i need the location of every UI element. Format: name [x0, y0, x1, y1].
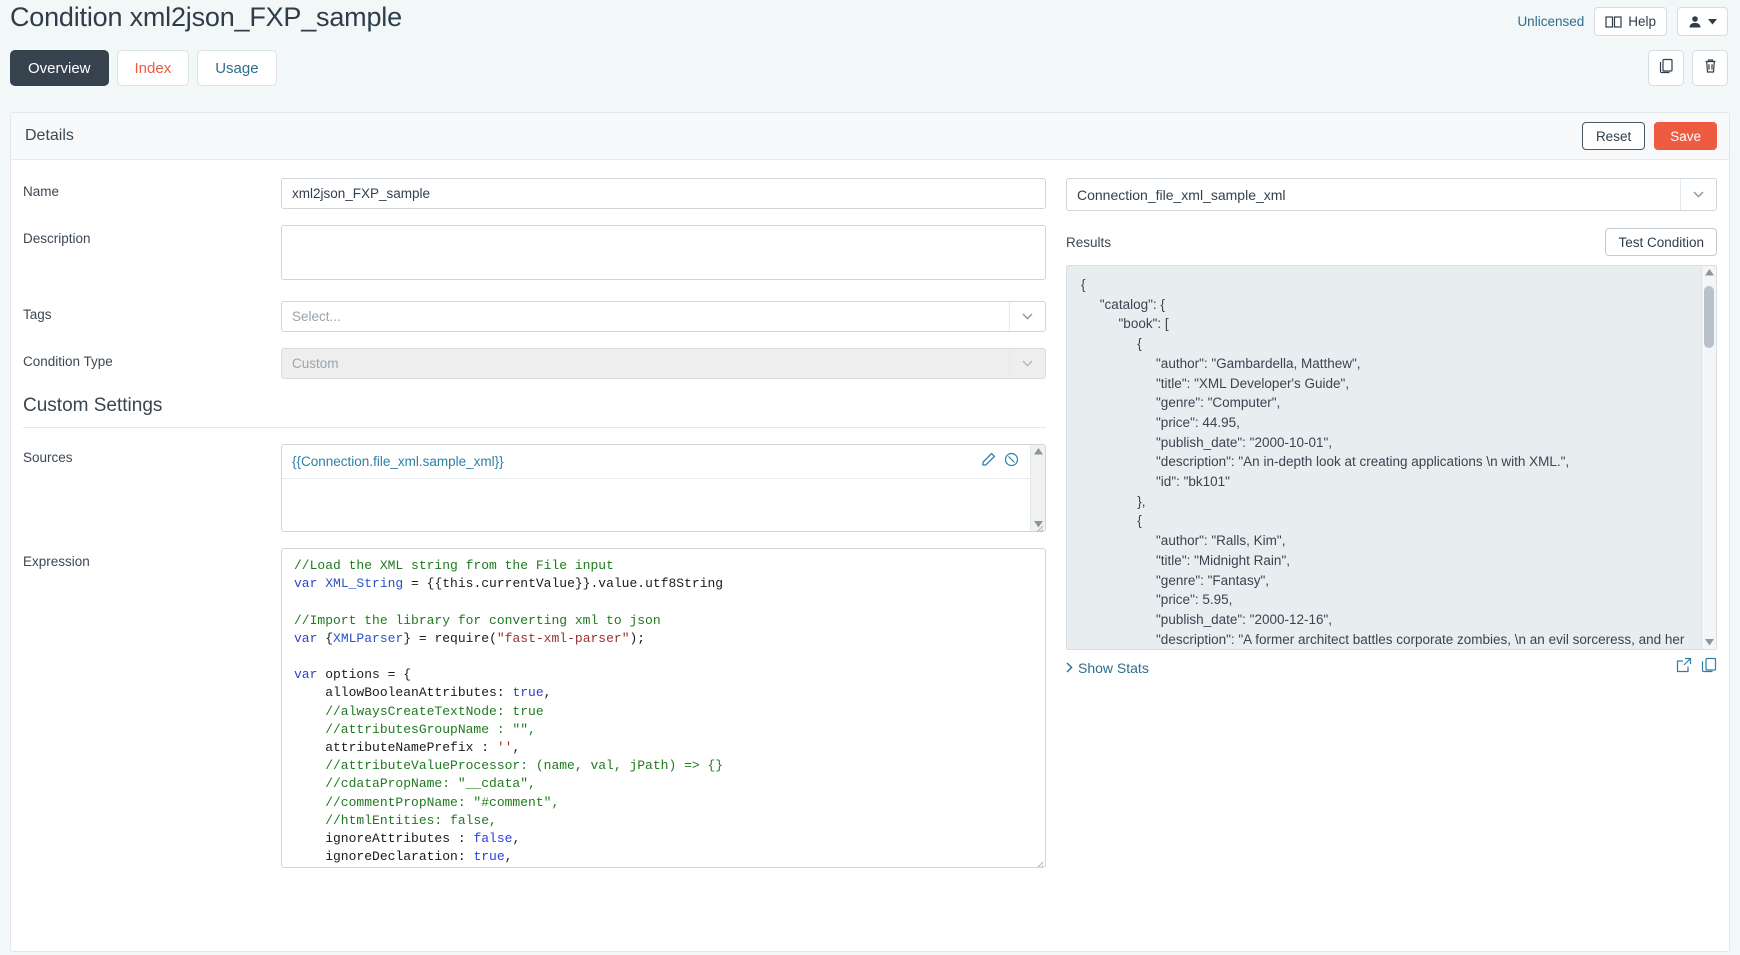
sources-label: Sources: [23, 450, 73, 465]
chevron-down-icon: [1009, 349, 1045, 378]
details-card-header: Details Reset Save: [11, 113, 1729, 160]
expression-editor[interactable]: //Load the XML string from the File inpu…: [281, 548, 1046, 868]
top-bar: Condition xml2json_FXP_sample Unlicensed…: [0, 0, 1740, 48]
results-header-row: Results Test Condition: [1066, 228, 1717, 256]
field-condition-type: Condition Type Custom: [23, 348, 1046, 379]
page-title: Condition xml2json_FXP_sample: [10, 2, 402, 32]
condition-type-label: Condition Type: [23, 354, 113, 369]
copy-icon: [1659, 58, 1674, 79]
name-label: Name: [23, 184, 60, 199]
chevron-right-icon: [1066, 660, 1073, 676]
resize-grip[interactable]: [1034, 856, 1044, 867]
show-stats-label: Show Stats: [1078, 659, 1149, 676]
results-scroll-thumb[interactable]: [1704, 286, 1714, 348]
name-input[interactable]: [281, 178, 1046, 209]
details-card: Details Reset Save Name Description Tags: [10, 112, 1730, 952]
sources-token-row: {{Connection.file_xml.sample_xml}}: [282, 445, 1045, 479]
expression-code[interactable]: //Load the XML string from the File inpu…: [282, 549, 1045, 867]
scroll-up-icon: [1704, 269, 1714, 276]
show-stats-toggle[interactable]: Show Stats: [1066, 660, 1149, 676]
results-json: { "catalog": { "book": [ { "author": "Ga…: [1081, 277, 1685, 647]
field-sources: Sources {{Connection.file_xml.sample_xml…: [23, 444, 1046, 533]
tab-list: Overview Index Usage: [10, 50, 277, 86]
tags-select[interactable]: Select...: [281, 301, 1046, 332]
field-tags: Tags Select...: [23, 301, 1046, 332]
details-title: Details: [25, 127, 74, 144]
remove-circle-icon[interactable]: [1004, 452, 1019, 472]
tab-usage[interactable]: Usage: [197, 50, 277, 86]
unlicensed-link[interactable]: Unlicensed: [1517, 14, 1584, 29]
condition-type-value: Custom: [292, 356, 339, 371]
test-condition-button[interactable]: Test Condition: [1605, 228, 1717, 256]
sources-token: {{Connection.file_xml.sample_xml}}: [292, 454, 504, 469]
book-icon: [1605, 15, 1622, 29]
trash-icon: [1703, 58, 1718, 79]
field-expression: Expression //Load the XML string from th…: [23, 548, 1046, 868]
tab-overview[interactable]: Overview: [10, 50, 109, 86]
scroll-up-icon: [1033, 448, 1043, 455]
field-description: Description: [23, 225, 1046, 285]
help-label: Help: [1628, 14, 1656, 29]
user-menu-button[interactable]: [1677, 7, 1728, 36]
edit-pencil-icon[interactable]: [981, 452, 996, 472]
details-card-body: Name Description Tags Select...: [11, 160, 1729, 952]
expression-label: Expression: [23, 554, 90, 569]
chevron-down-icon: [1708, 18, 1717, 25]
duplicate-button[interactable]: [1648, 50, 1684, 86]
top-right-actions: Unlicensed Help: [1517, 7, 1728, 36]
help-button[interactable]: Help: [1594, 7, 1667, 36]
tabs-row: Overview Index Usage: [0, 48, 1740, 100]
tags-label: Tags: [23, 307, 52, 322]
user-icon: [1688, 15, 1702, 29]
connection-value: Connection_file_xml_sample_xml: [1077, 186, 1286, 203]
chevron-down-icon[interactable]: [1680, 179, 1716, 210]
tab-index[interactable]: Index: [116, 50, 190, 86]
results-output: { "catalog": { "book": [ { "author": "Ga…: [1066, 265, 1717, 650]
copy-results-icon[interactable]: [1701, 657, 1717, 678]
section-divider: [23, 427, 1046, 428]
custom-settings-title: Custom Settings: [23, 395, 163, 416]
description-label: Description: [23, 231, 91, 246]
delete-button[interactable]: [1692, 50, 1728, 86]
details-header-actions: Reset Save: [1581, 122, 1717, 150]
resize-grip[interactable]: [1034, 520, 1044, 533]
scroll-down-icon: [1704, 639, 1714, 646]
record-actions: [1648, 50, 1728, 86]
description-input[interactable]: [281, 225, 1046, 280]
left-column: Name Description Tags Select...: [11, 160, 1058, 952]
sources-editor[interactable]: {{Connection.file_xml.sample_xml}}: [281, 444, 1046, 533]
chevron-down-icon[interactable]: [1009, 302, 1045, 331]
connection-select[interactable]: Connection_file_xml_sample_xml: [1066, 178, 1717, 211]
right-column: Connection_file_xml_sample_xml Results T…: [1058, 160, 1729, 952]
field-name: Name: [23, 178, 1046, 209]
results-footer: Show Stats: [1066, 657, 1717, 678]
sources-scrollbar[interactable]: [1030, 445, 1045, 531]
results-footer-icons: [1676, 657, 1717, 678]
condition-type-select: Custom: [281, 348, 1046, 379]
save-button[interactable]: Save: [1654, 122, 1717, 150]
reset-button[interactable]: Reset: [1581, 122, 1646, 150]
expand-external-icon[interactable]: [1676, 657, 1692, 678]
tags-placeholder: Select...: [292, 309, 341, 324]
results-label: Results: [1066, 234, 1112, 250]
